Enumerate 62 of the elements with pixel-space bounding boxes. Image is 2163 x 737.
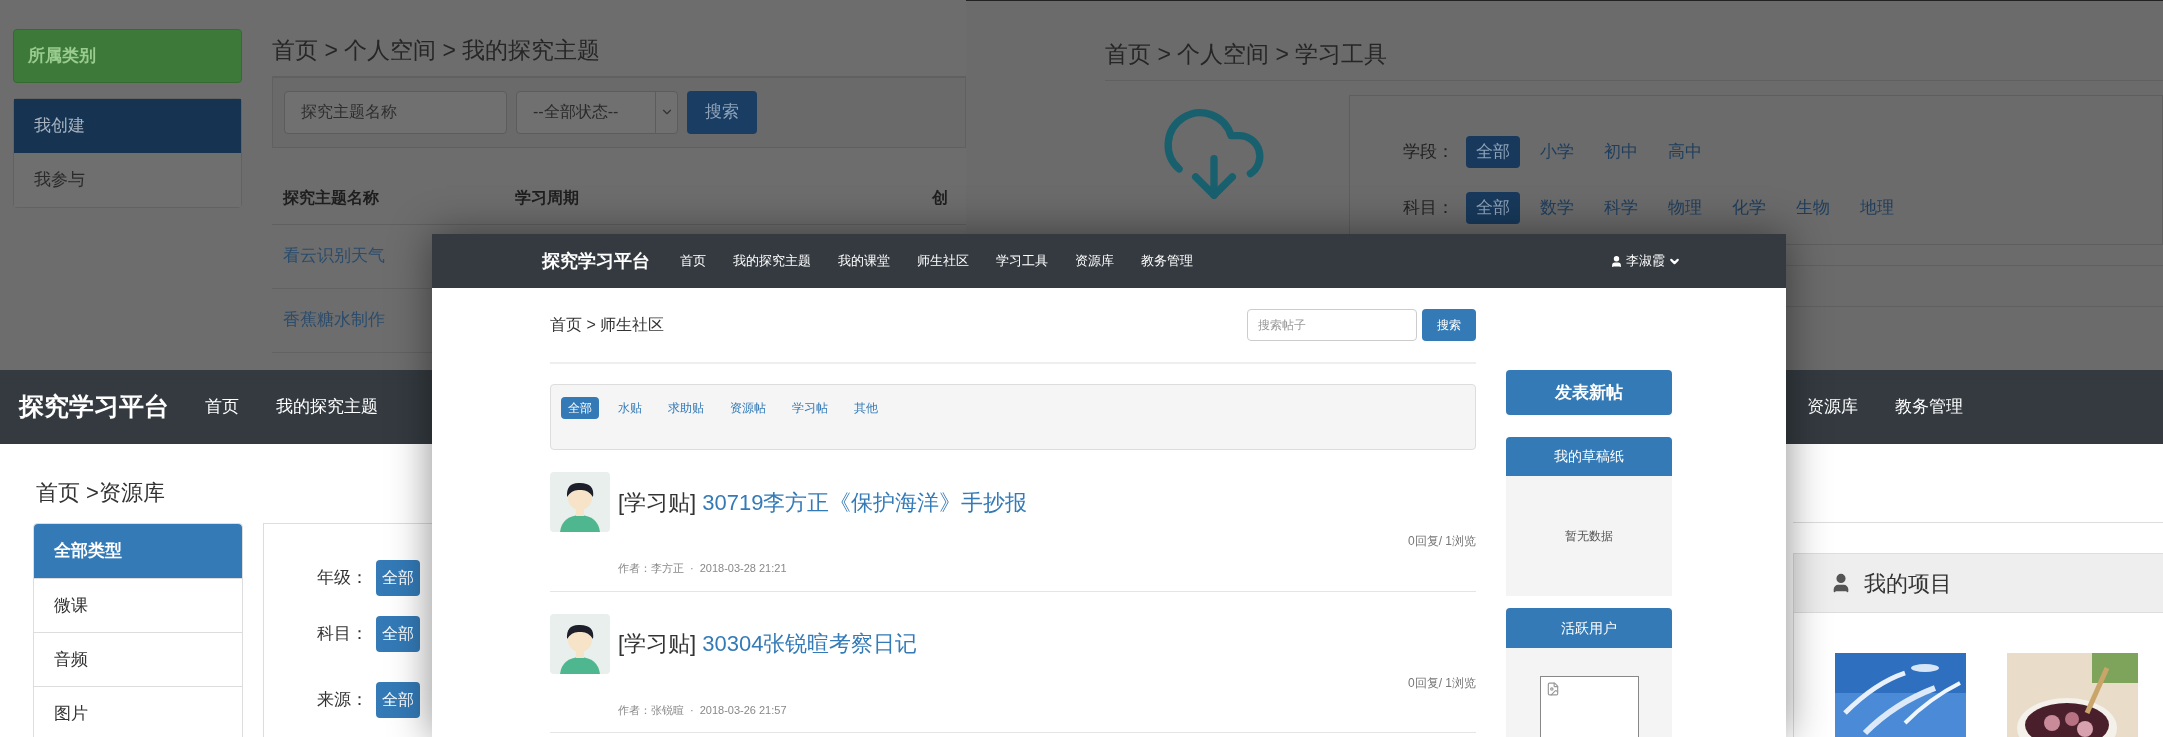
category-tab[interactable]: 资源帖 [723,397,773,419]
nav-link[interactable]: 首页 [680,251,706,271]
panel-title: 我的项目 [1864,569,1952,598]
column-header: 学习周期 [515,187,580,208]
category-header: 所属类别 [13,29,242,83]
image-icon [1545,682,1560,696]
new-post-button[interactable]: 发表新帖 [1506,370,1672,415]
category-tab[interactable]: 学习帖 [785,397,835,419]
post-meta: 作者：张锐暄 · 2018-03-26 21:57 [618,702,788,718]
filter-option[interactable]: 全部 [1466,135,1520,168]
status-select[interactable]: --全部状态-- [516,90,678,134]
type-item[interactable]: 全部类型 [34,524,242,578]
user-icon [1610,254,1623,268]
column-header: 创 [932,187,948,208]
filter-option[interactable]: 全部 [376,616,420,652]
filter-label: 来源： [317,689,368,712]
nav-link[interactable]: 首页 [205,394,239,420]
category-tab[interactable]: 水贴 [611,397,649,419]
nav-link[interactable]: 我的探究主题 [276,394,378,420]
nav-link[interactable]: 我的探究主题 [733,251,811,271]
search-field[interactable]: 探究主题名称 [284,90,507,134]
category-tab[interactable]: 求助贴 [661,397,711,419]
nav-link[interactable]: 资源库 [1807,394,1858,420]
type-item[interactable]: 微课 [34,578,242,632]
post-stats: 0回复/ 1浏览 [1408,533,1476,550]
filter-option[interactable]: 全部 [376,560,420,596]
breadcrumb: 首页 > 师生社区 [550,315,665,335]
nav-link[interactable]: 教务管理 [1141,251,1193,271]
breadcrumb: 首页 >资源库 [36,479,166,507]
nav-link[interactable]: 我的课堂 [838,251,890,271]
post-stats: 0回复/ 1浏览 [1408,674,1476,692]
column-header: 探究主题名称 [283,187,380,208]
search-button[interactable]: 搜索 [1422,309,1476,341]
filter-label: 科目： [317,623,368,646]
user-menu[interactable]: 李淑霞 [1610,251,1681,271]
panel-header: 活跃用户 [1506,608,1672,648]
filter-label: 科目： [1403,196,1454,219]
nav-link[interactable]: 教务管理 [1895,394,1963,420]
post-title[interactable]: [学习贴] 30719李方正《保护海洋》手抄报 [618,472,1476,532]
nav-link[interactable]: 资源库 [1075,251,1114,271]
avatar [550,613,610,674]
brand[interactable]: 探究学习平台 [19,388,169,426]
category-tab[interactable]: 其他 [847,397,885,419]
search-button[interactable]: 搜索 [687,90,757,134]
breadcrumb: 首页 > 个人空间 > 学习工具 [1105,37,2163,81]
filter-option[interactable]: 全部 [376,682,420,718]
filter-label: 年级： [317,567,368,590]
post-title[interactable]: [学习贴] 30304张锐暄考察日记 [618,613,1476,674]
empty-text: 暂无数据 [1565,528,1613,545]
type-item[interactable]: 图片 [34,686,242,737]
brand[interactable]: 探究学习平台 [542,247,650,275]
avatar [550,472,610,532]
filter-label: 学段： [1403,140,1454,163]
panel-header: 我的草稿纸 [1506,437,1672,476]
type-item[interactable]: 音频 [34,632,242,686]
post-meta: 作者：李方正 · 2018-03-28 21:21 [618,561,788,576]
nav-link[interactable]: 师生社区 [917,251,969,271]
filter-option[interactable]: 全部 [1466,191,1520,224]
category-tab[interactable]: 全部 [561,397,599,419]
sidebar-item[interactable]: 我创建 [14,99,241,153]
nav-link[interactable]: 学习工具 [996,251,1048,271]
breadcrumb: 首页 > 个人空间 > 我的探究主题 [272,33,966,77]
